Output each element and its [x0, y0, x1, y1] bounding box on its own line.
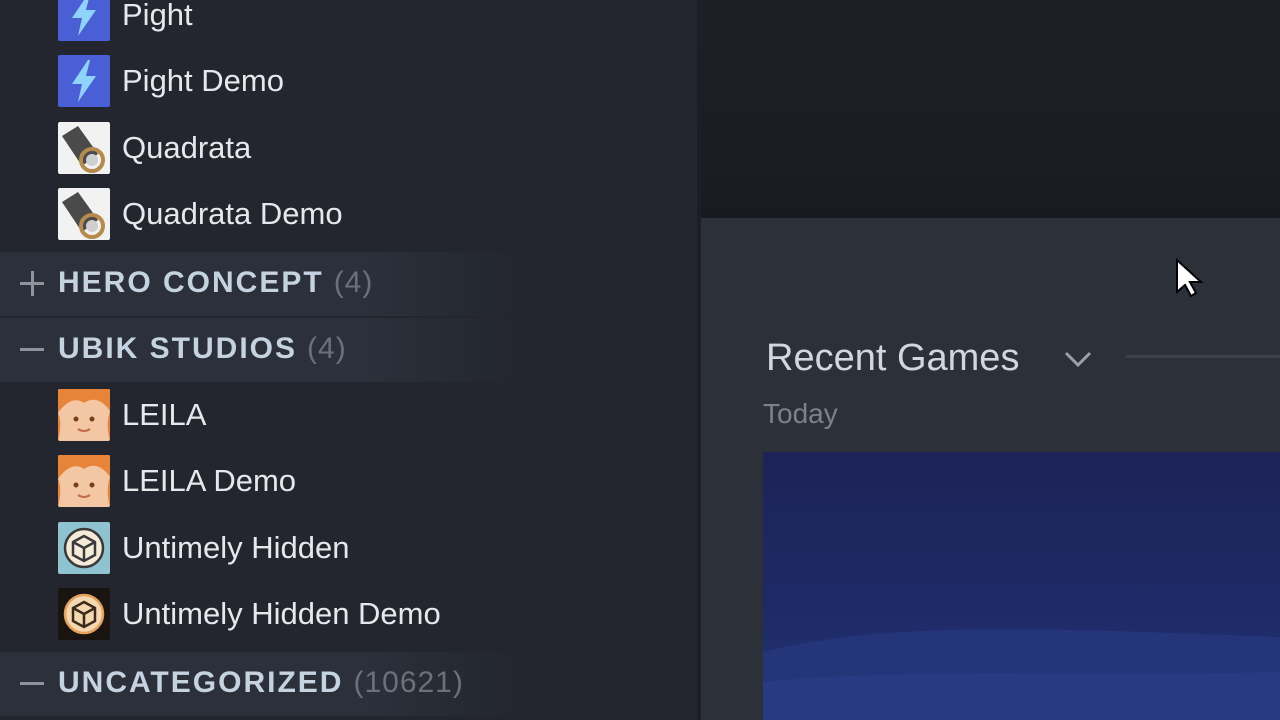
game-label: Untimely Hidden Demo [122, 596, 441, 631]
category-title: UBIK STUDIOS (4) [58, 331, 347, 367]
game-label: Quadrata Demo [122, 196, 343, 231]
lightning-icon [58, 0, 110, 41]
game-list-item[interactable]: Untimely Hidden [0, 515, 697, 581]
quadrata-icon [58, 122, 110, 174]
category-count: (4) [307, 332, 347, 365]
game-label: Untimely Hidden [122, 530, 350, 565]
steam-library-window: Pight Pight Demo Quadrata Quadrata Demo [0, 0, 1280, 720]
category-name: HERO CONCEPT [58, 266, 324, 299]
mouse-cursor-icon [1174, 257, 1208, 298]
category-name: UNCATEGORIZED [58, 666, 344, 699]
game-list-item[interactable]: Pight [0, 0, 697, 48]
minus-icon[interactable] [18, 331, 46, 367]
quadrata-icon [58, 188, 110, 240]
plus-icon[interactable] [18, 265, 46, 301]
library-sidebar: Pight Pight Demo Quadrata Quadrata Demo [0, 0, 697, 720]
library-header-area [701, 0, 1280, 218]
category-name: UBIK STUDIOS [58, 332, 298, 365]
category-title: HERO CONCEPT (4) [58, 265, 373, 301]
game-label: Pight Demo [122, 63, 284, 98]
chevron-down-icon[interactable] [1062, 342, 1094, 374]
leila-portrait-icon [58, 389, 110, 441]
leila-portrait-icon [58, 455, 110, 507]
category-header-uncategorized[interactable]: UNCATEGORIZED (10621) [0, 652, 520, 716]
game-label: Quadrata [122, 130, 252, 165]
game-label: LEILA Demo [122, 463, 297, 498]
game-list-item[interactable]: Quadrata [0, 115, 697, 181]
shelf-divider-line [1126, 355, 1280, 358]
game-label: LEILA [122, 397, 207, 432]
minus-icon[interactable] [18, 665, 46, 701]
game-list-item[interactable]: Pight Demo [0, 48, 697, 114]
game-list-item[interactable]: LEILA Demo [0, 448, 697, 514]
recent-game-card[interactable] [763, 452, 1280, 720]
game-list-item[interactable]: LEILA [0, 382, 697, 448]
lightning-icon [58, 55, 110, 107]
category-header-ubik-studios[interactable]: UBIK STUDIOS (4) [0, 318, 520, 382]
recent-games-shelf-title[interactable]: Recent Games [766, 337, 1019, 379]
shelf-time-group-label: Today [763, 398, 838, 429]
category-count: (10621) [353, 666, 464, 699]
category-count: (4) [333, 266, 374, 299]
category-header-hero-concept[interactable]: HERO CONCEPT (4) [0, 252, 520, 316]
cube-icon [58, 588, 110, 640]
category-title: UNCATEGORIZED (10621) [58, 665, 464, 701]
game-label: Pight [122, 0, 193, 32]
cube-icon [58, 522, 110, 574]
game-list-item[interactable]: Untimely Hidden Demo [0, 581, 697, 647]
game-list-item[interactable]: Quadrata Demo [0, 181, 697, 247]
game-card-artwork [763, 629, 1280, 720]
